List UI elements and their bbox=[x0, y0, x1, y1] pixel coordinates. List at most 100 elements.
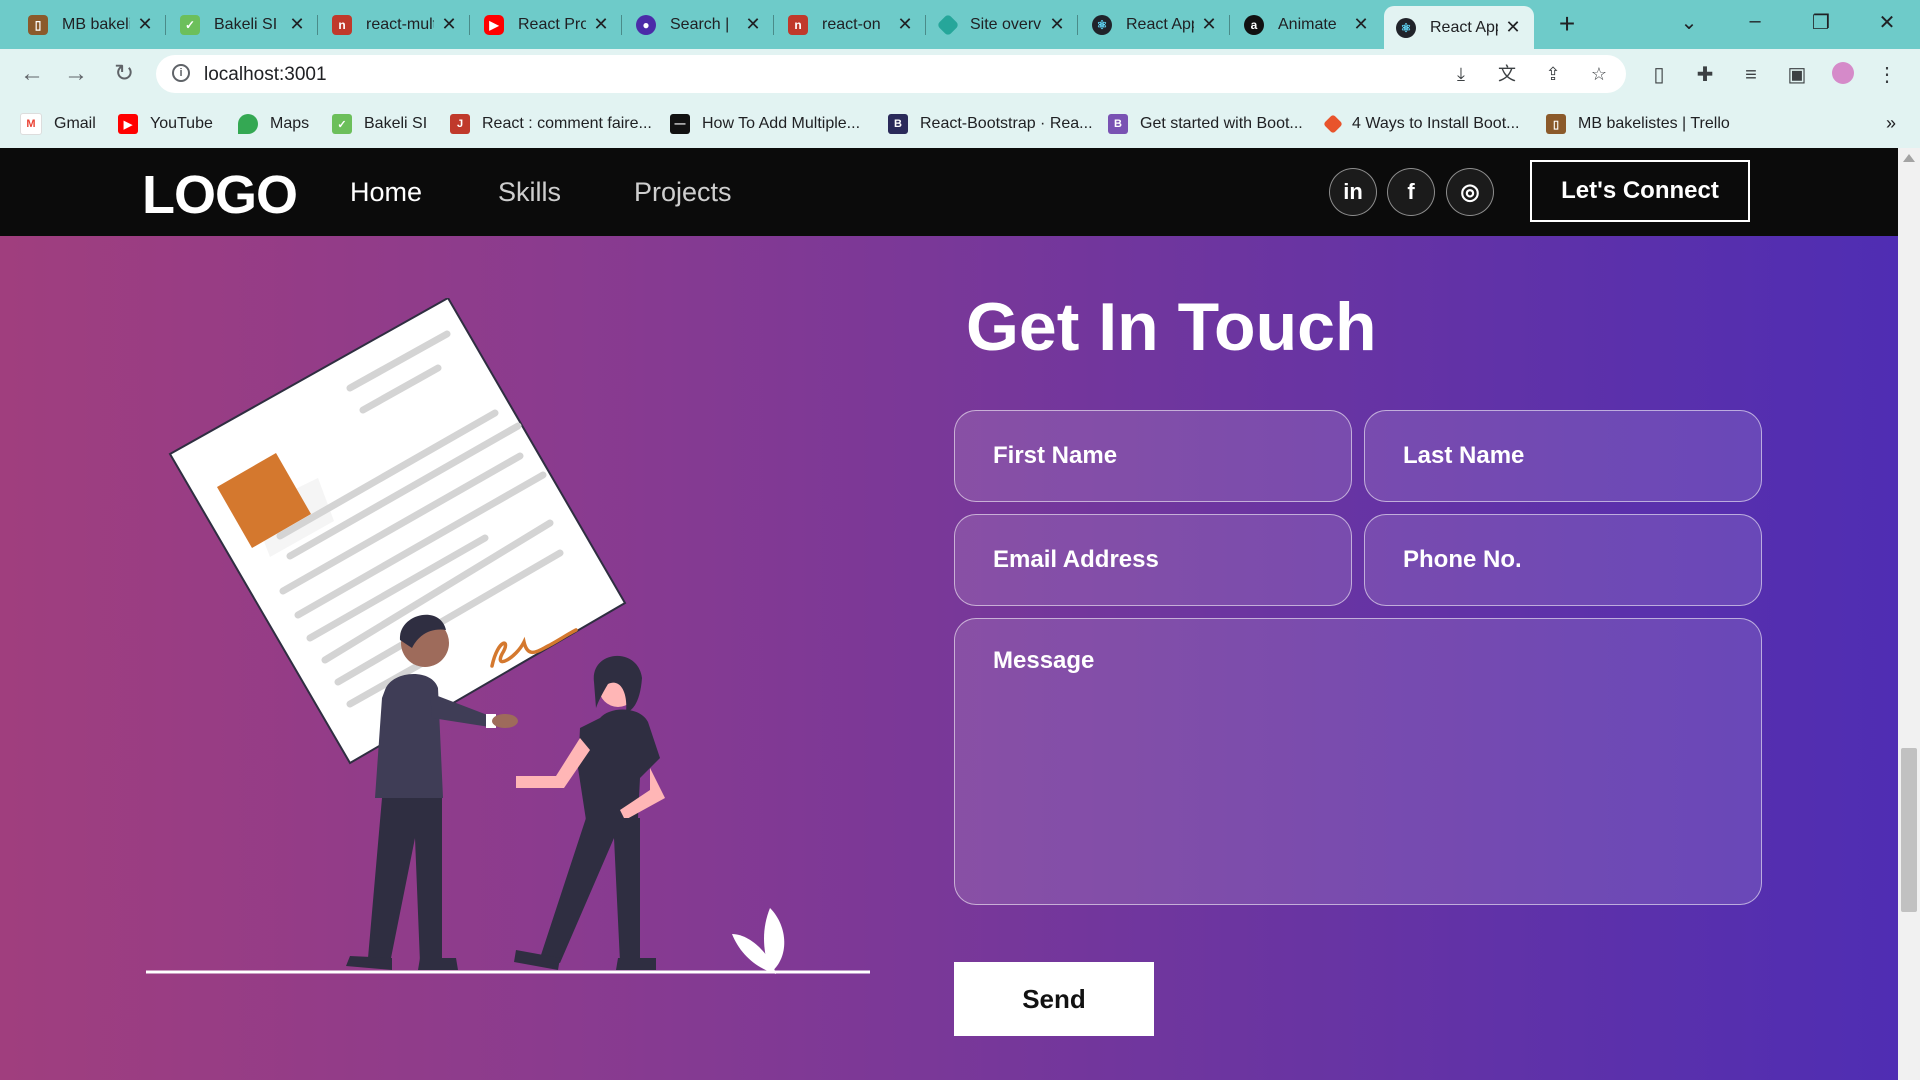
bookmark-icon: — bbox=[670, 114, 690, 134]
linkedin-icon[interactable]: in bbox=[1329, 168, 1377, 216]
scrollbar-thumb[interactable] bbox=[1901, 748, 1917, 912]
bookmark-bakeli[interactable]: ✓ Bakeli SI bbox=[332, 113, 427, 135]
facebook-icon[interactable]: f bbox=[1387, 168, 1435, 216]
bookmark-how-to-add[interactable]: — How To Add Multiple... bbox=[670, 113, 860, 135]
browser-toolbar: ← → ↻ i localhost:3001 ⤓ 文 ⇪ ☆ ▯ ✚ ≡ ▣ ⋮ bbox=[0, 49, 1920, 101]
plant-leaf-illustration bbox=[732, 908, 785, 974]
bookmark-gmail[interactable]: M Gmail bbox=[20, 113, 96, 135]
bookmark-label: Get started with Boot... bbox=[1140, 115, 1303, 132]
translate-icon[interactable]: 文 bbox=[1496, 63, 1518, 85]
install-app-icon[interactable]: ⤓ bbox=[1450, 63, 1472, 85]
tab-title: React App bbox=[1430, 18, 1498, 36]
url-text[interactable]: localhost:3001 bbox=[204, 64, 327, 86]
search-icon: ● bbox=[636, 14, 656, 35]
close-tab-icon[interactable]: ✕ bbox=[1048, 14, 1066, 34]
reload-button[interactable]: ↻ bbox=[110, 61, 138, 89]
close-tab-icon[interactable]: ✕ bbox=[440, 14, 458, 34]
media-control-icon[interactable]: ≡ bbox=[1738, 62, 1764, 88]
phone-input[interactable]: Phone No. bbox=[1364, 514, 1762, 606]
bootstrap-icon: B bbox=[888, 114, 908, 134]
extensions-icon[interactable]: ✚ bbox=[1692, 62, 1718, 88]
close-tab-icon[interactable]: ✕ bbox=[592, 14, 610, 34]
tab-search-chevron-icon[interactable]: ⌄ bbox=[1674, 10, 1704, 38]
browser-window: ▯ MB bakelistes ✕ ✓ Bakeli SI ✕ n react-… bbox=[0, 0, 1920, 1080]
tab-8[interactable]: a Animate ✕ bbox=[1232, 6, 1382, 43]
bookmark-maps[interactable]: Maps bbox=[238, 113, 309, 135]
bookmark-react-bootstrap[interactable]: B React-Bootstrap · Rea... bbox=[888, 113, 1093, 135]
nav-skills[interactable]: Skills bbox=[498, 177, 561, 208]
npm-icon: n bbox=[332, 14, 352, 35]
bakeli-icon: ✓ bbox=[180, 14, 200, 35]
bookmark-label: React : comment faire... bbox=[482, 115, 652, 132]
trello-icon: ▯ bbox=[1546, 114, 1566, 134]
forward-button[interactable]: → bbox=[62, 61, 90, 89]
send-button[interactable]: Send bbox=[954, 962, 1154, 1036]
bookmark-label: 4 Ways to Install Boot... bbox=[1352, 115, 1520, 132]
bookmark-icon bbox=[1323, 114, 1343, 134]
site-logo[interactable]: LOGO bbox=[142, 164, 298, 226]
bookmark-label: React-Bootstrap · Rea... bbox=[920, 115, 1093, 132]
email-input[interactable]: Email Address bbox=[954, 514, 1352, 606]
tab-separator bbox=[773, 15, 774, 35]
close-tab-icon[interactable]: ✕ bbox=[136, 14, 154, 34]
bookmark-trello[interactable]: ▯ MB bakelistes | Trello bbox=[1546, 113, 1730, 135]
tab-2[interactable]: n react-multi ✕ bbox=[320, 6, 470, 43]
first-name-input[interactable]: First Name bbox=[954, 410, 1352, 502]
npm-icon: n bbox=[788, 14, 808, 35]
tab-1[interactable]: ✓ Bakeli SI ✕ bbox=[168, 6, 318, 43]
close-tab-icon[interactable]: ✕ bbox=[1504, 17, 1522, 37]
tab-0[interactable]: ▯ MB bakelistes ✕ bbox=[16, 6, 166, 43]
message-textarea[interactable]: Message bbox=[954, 618, 1762, 905]
bootstrap-icon: B bbox=[1108, 114, 1128, 134]
bookmarks-bar: M Gmail ▶ YouTube Maps ✓ Bakeli SI J React :… bbox=[0, 101, 1920, 148]
menu-icon[interactable]: ⋮ bbox=[1874, 62, 1900, 88]
tab-separator bbox=[317, 15, 318, 35]
gmail-icon: M bbox=[20, 113, 42, 135]
tab-strip: ▯ MB bakelistes ✕ ✓ Bakeli SI ✕ n react-… bbox=[0, 0, 1920, 49]
close-tab-icon[interactable]: ✕ bbox=[744, 14, 762, 34]
new-tab-button[interactable]: + bbox=[1552, 10, 1582, 40]
contact-illustration bbox=[146, 298, 870, 974]
bookmark-react-comment[interactable]: J React : comment faire... bbox=[450, 113, 652, 135]
reading-list-icon[interactable]: ▯ bbox=[1646, 62, 1672, 88]
instagram-icon[interactable]: ◎ bbox=[1446, 168, 1494, 216]
nav-home[interactable]: Home bbox=[350, 177, 422, 208]
address-bar[interactable]: i localhost:3001 ⤓ 文 ⇪ ☆ bbox=[156, 55, 1626, 93]
youtube-icon: ▶ bbox=[118, 114, 138, 134]
tab-4[interactable]: ● Search | ✕ bbox=[624, 6, 774, 43]
scroll-up-arrow-icon[interactable] bbox=[1903, 154, 1915, 162]
bookmark-star-icon[interactable]: ☆ bbox=[1588, 63, 1610, 85]
bookmark-get-started-bootstrap[interactable]: B Get started with Boot... bbox=[1108, 113, 1303, 135]
close-tab-icon[interactable]: ✕ bbox=[1352, 14, 1370, 34]
back-button[interactable]: ← bbox=[18, 61, 46, 89]
tab-separator bbox=[165, 15, 166, 35]
minimize-button[interactable]: – bbox=[1740, 10, 1770, 38]
lets-connect-button[interactable]: Let's Connect bbox=[1530, 160, 1750, 222]
bookmark-install-bootstrap[interactable]: 4 Ways to Install Boot... bbox=[1323, 113, 1520, 135]
share-icon[interactable]: ⇪ bbox=[1542, 63, 1564, 85]
close-tab-icon[interactable]: ✕ bbox=[896, 14, 914, 34]
tab-title: react-multi bbox=[366, 15, 434, 33]
tab-title: Bakeli SI bbox=[214, 15, 278, 33]
restore-button[interactable]: ❐ bbox=[1806, 10, 1836, 38]
tab-7[interactable]: ⚛ React App ✕ bbox=[1080, 6, 1230, 43]
tab-3[interactable]: ▶ React Pro ✕ bbox=[472, 6, 622, 43]
close-tab-icon[interactable]: ✕ bbox=[1200, 14, 1218, 34]
profile-avatar[interactable] bbox=[1830, 62, 1856, 88]
page-scrollbar[interactable] bbox=[1898, 148, 1920, 1080]
tab-5[interactable]: n react-on ✕ bbox=[776, 6, 926, 43]
tab-6[interactable]: Site overview ✕ bbox=[928, 6, 1078, 43]
bookmark-youtube[interactable]: ▶ YouTube bbox=[118, 113, 213, 135]
last-name-input[interactable]: Last Name bbox=[1364, 410, 1762, 502]
bookmark-label: Maps bbox=[270, 115, 310, 132]
tab-9-active[interactable]: ⚛ React App ✕ bbox=[1384, 6, 1534, 49]
more-bookmarks-icon[interactable]: » bbox=[1886, 113, 1896, 134]
close-window-button[interactable]: ✕ bbox=[1872, 10, 1902, 38]
site-info-icon[interactable]: i bbox=[172, 64, 190, 82]
close-tab-icon[interactable]: ✕ bbox=[288, 14, 306, 34]
side-panel-icon[interactable]: ▣ bbox=[1784, 62, 1810, 88]
nav-projects[interactable]: Projects bbox=[634, 177, 732, 208]
site-navbar: LOGO Home Skills Projects in f ◎ Let's C… bbox=[0, 148, 1898, 236]
react-icon: ⚛ bbox=[1396, 17, 1416, 38]
animate-icon: a bbox=[1244, 14, 1264, 35]
